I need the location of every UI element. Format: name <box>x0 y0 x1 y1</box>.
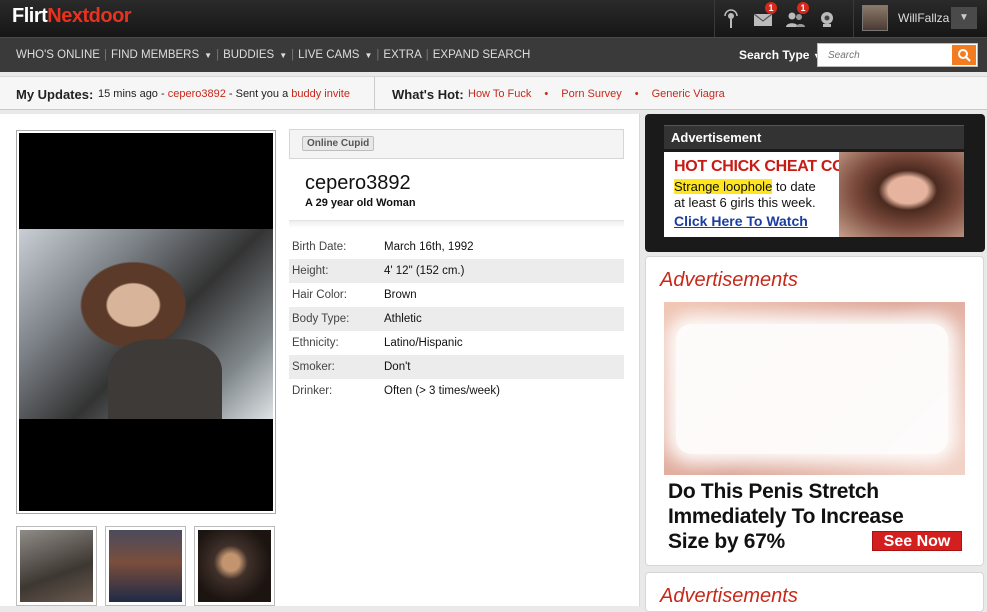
detail-row: Smoker: Don't <box>289 355 624 379</box>
search-input[interactable] <box>818 44 950 66</box>
nav-separator: | <box>103 49 107 61</box>
detail-row: Ethnicity: Latino/Hispanic <box>292 337 463 349</box>
user-menu[interactable]: WillFallza ▼ <box>853 0 987 37</box>
nav-separator: | <box>216 49 220 61</box>
ad-text: at least 6 girls this week. <box>674 195 816 210</box>
updates-bar: My Updates: 15 mins ago - cepero3892 - S… <box>0 76 987 110</box>
buddy-invite-link[interactable]: buddy invite <box>291 88 350 100</box>
main-nav: WHO'S ONLINE | FIND MEMBERS ▼ | BUDDIES ▼ … <box>0 37 987 72</box>
divider <box>374 77 375 110</box>
ad-text[interactable]: Do This Penis Stretch Immediately To Incr… <box>668 479 904 554</box>
profile-panel: Online Cupid cepero3892 A 29 year old Wo… <box>0 114 640 606</box>
advertisement-box: Advertisement HOT CHICK CHEAT CODE Stran… <box>645 114 985 252</box>
broadcast-icon[interactable] <box>715 0 747 37</box>
detail-row: Height: 4' 12" (152 cm.) <box>289 259 624 283</box>
ad-banner[interactable]: HOT CHICK CHEAT CODE Strange loophole to… <box>664 152 964 237</box>
whats-hot-links: How To Fuck • Porn Survey • Generic Viag… <box>468 88 725 100</box>
nav-item-buddies[interactable]: BUDDIES ▼ <box>223 49 287 61</box>
search-icon <box>958 49 971 62</box>
ad-image[interactable] <box>839 152 964 237</box>
advertisement-header: Advertisement <box>664 125 964 149</box>
profile-username: cepero3892 <box>305 172 411 194</box>
whats-hot-label: What's Hot: <box>392 87 464 102</box>
photo-thumbnails <box>16 526 283 606</box>
webcam-icon[interactable] <box>811 0 843 37</box>
update-user-link[interactable]: cepero3892 <box>168 88 226 100</box>
advertisements-box: Advertisements Do This Penis Stretch Imme… <box>645 256 984 566</box>
update-message: 15 mins ago - cepero3892 - Sent you a bu… <box>98 88 350 100</box>
nav-menu: WHO'S ONLINE | FIND MEMBERS ▼ | BUDDIES ▼ … <box>16 49 530 61</box>
chevron-down-icon: ▼ <box>279 51 288 60</box>
ad-image[interactable] <box>664 302 965 475</box>
chevron-down-icon: ▼ <box>364 51 373 60</box>
site-logo[interactable]: FlirtNextdoor <box>12 5 132 28</box>
nav-item-expand-search[interactable]: EXPAND SEARCH <box>433 49 531 61</box>
ad-title: HOT CHICK CHEAT CODE <box>674 158 866 175</box>
main-photo-canvas <box>19 133 273 511</box>
profile-details: Birth Date: March 16th, 1992 Height: 4' 12… <box>289 235 624 403</box>
thumbnail[interactable] <box>105 526 186 606</box>
username-label[interactable]: WillFallza <box>898 11 949 25</box>
search-box <box>817 43 978 67</box>
ad-link[interactable]: Click Here To Watch <box>674 213 808 229</box>
detail-row: Birth Date: March 16th, 1992 <box>292 241 474 253</box>
detail-row: Drinker: Often (> 3 times/week) <box>292 385 500 397</box>
hot-link[interactable]: Generic Viagra <box>652 88 725 100</box>
profile-photo[interactable] <box>19 229 273 419</box>
thumbnail[interactable] <box>194 526 275 606</box>
status-badge: Online Cupid <box>302 136 375 151</box>
search-type-dropdown[interactable]: Search Type ▼ <box>739 48 822 62</box>
advertisements-box: Advertisements <box>645 572 984 612</box>
buddies-icon[interactable]: 1 <box>779 0 811 37</box>
avatar[interactable] <box>862 5 888 31</box>
notification-icons: 1 1 <box>714 0 843 37</box>
search-button[interactable] <box>952 45 976 65</box>
mail-count-badge: 1 <box>765 2 777 14</box>
nav-separator: | <box>291 49 295 61</box>
advertisements-title: Advertisements <box>660 585 798 607</box>
bullet: • <box>634 88 639 100</box>
nav-separator: | <box>425 49 429 61</box>
thumbnail[interactable] <box>16 526 97 606</box>
buddies-count-badge: 1 <box>797 2 809 14</box>
hot-link[interactable]: Porn Survey <box>561 88 622 100</box>
bullet: • <box>544 88 549 100</box>
nav-item-whos-online[interactable]: WHO'S ONLINE <box>16 49 100 61</box>
nav-item-find-members[interactable]: FIND MEMBERS ▼ <box>111 49 212 61</box>
status-header: Online Cupid <box>289 129 624 159</box>
chevron-down-icon: ▼ <box>204 51 213 60</box>
my-updates-label: My Updates: <box>16 87 94 102</box>
nav-separator: | <box>376 49 380 61</box>
profile-subtitle: A 29 year old Woman <box>305 197 416 209</box>
ad-text: Strange loophole to date <box>674 179 816 194</box>
main-photo[interactable] <box>16 130 276 514</box>
see-now-button[interactable]: See Now <box>872 531 962 551</box>
hot-link[interactable]: How To Fuck <box>468 88 531 100</box>
detail-row: Body Type: Athletic <box>289 307 624 331</box>
divider <box>289 220 624 228</box>
advertisements-title: Advertisements <box>660 269 798 291</box>
top-bar: FlirtNextdoor 1 1 WillFallza ▼ <box>0 0 987 37</box>
nav-item-live-cams[interactable]: LIVE CAMS ▼ <box>298 49 372 61</box>
user-menu-caret[interactable]: ▼ <box>951 7 977 29</box>
nav-item-extra[interactable]: EXTRA <box>383 49 421 61</box>
mail-icon[interactable]: 1 <box>747 0 779 37</box>
detail-row: Hair Color: Brown <box>292 289 417 301</box>
